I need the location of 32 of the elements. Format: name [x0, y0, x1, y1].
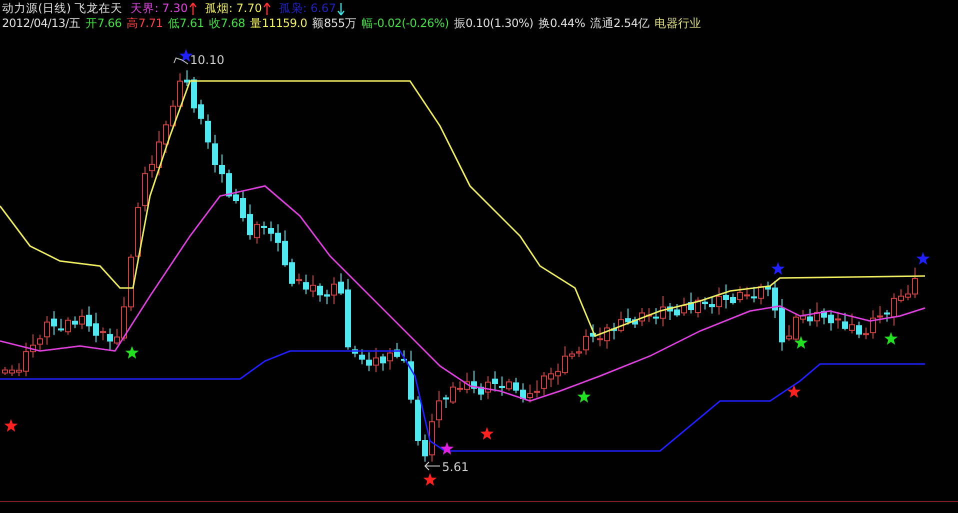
indicator-value: 孤烟: 7.70: [204, 1, 262, 16]
star-marker-icon: [771, 262, 785, 275]
chart-title: 动力源(日线) 飞龙在天: [2, 1, 123, 16]
quote-value: 量11159.0: [250, 16, 308, 31]
star-marker-icon: [884, 332, 898, 345]
star-marker-icon: [423, 473, 437, 486]
star-marker-icon: [480, 427, 494, 440]
quote-value: 高7.71: [126, 16, 163, 31]
indicator-value: 天界: 7.30: [130, 1, 188, 16]
quote-value: 流通2.54亿: [590, 16, 650, 31]
star-marker-icon: [440, 442, 454, 455]
indicator-value: 孤枭: 6.67: [278, 1, 336, 16]
left-arrow-icon: [424, 462, 440, 470]
star-marker-icon: [125, 346, 139, 359]
quote-value: 2012/04/13/五: [2, 16, 81, 31]
star-marker-icon: [179, 49, 193, 62]
leader-line: [174, 57, 188, 64]
quote-value: 电器行业: [654, 16, 702, 31]
star-marker-icon: [577, 390, 591, 403]
quote-value: 换0.44%: [538, 16, 586, 31]
star-marker-icon: [916, 252, 930, 265]
quote-value: 低7.61: [168, 16, 204, 31]
star-marker-icon: [794, 336, 808, 349]
quote-value: 收7.68: [208, 16, 245, 31]
high-price-label: 10.10: [190, 53, 224, 67]
quote-value: 开7.66: [86, 16, 122, 31]
star-marker-icon: [787, 385, 801, 398]
quote-value: 额855万: [312, 16, 357, 31]
quote-value: 幅-0.02(-0.26%): [362, 16, 449, 31]
low-price-label: 5.61: [442, 460, 469, 474]
star-marker-icon: [4, 419, 18, 432]
quote-value: 振0.10(1.30%): [454, 16, 534, 31]
